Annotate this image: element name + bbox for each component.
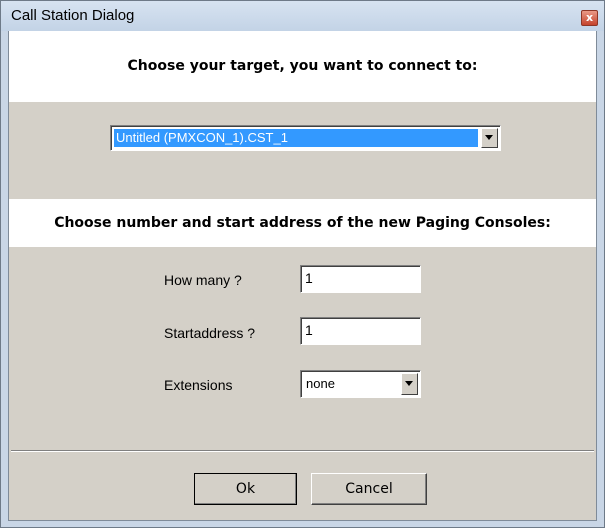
- divider: [11, 450, 594, 452]
- extensions-label: Extensions: [164, 377, 233, 393]
- chevron-down-icon: [485, 135, 493, 140]
- extensions-dropdown[interactable]: none: [300, 370, 421, 398]
- extensions-dropdown-button[interactable]: [401, 373, 418, 395]
- cancel-button[interactable]: Cancel: [311, 473, 427, 505]
- title-bar[interactable]: Call Station Dialog x: [1, 1, 604, 31]
- target-dropdown-button[interactable]: [481, 128, 498, 148]
- target-heading: Choose your target, you want to connect …: [9, 31, 596, 102]
- ok-button[interactable]: Ok: [194, 473, 297, 505]
- how-many-input[interactable]: 1: [300, 265, 421, 293]
- how-many-label: How many ?: [164, 272, 242, 288]
- startaddress-input[interactable]: 1: [300, 317, 421, 345]
- consoles-heading: Choose number and start address of the n…: [9, 199, 596, 247]
- extensions-dropdown-value: none: [306, 376, 335, 391]
- close-icon: x: [585, 11, 594, 24]
- close-button[interactable]: x: [581, 10, 598, 26]
- startaddress-label: Startaddress ?: [164, 325, 256, 341]
- dialog-body: Choose your target, you want to connect …: [8, 31, 597, 521]
- chevron-down-icon: [405, 381, 413, 386]
- target-dropdown[interactable]: Untitled (PMXCON_1).CST_1: [110, 125, 501, 151]
- target-dropdown-value: Untitled (PMXCON_1).CST_1: [114, 129, 478, 147]
- dialog-window: Call Station Dialog x Choose your target…: [0, 0, 605, 528]
- window-title: Call Station Dialog: [11, 7, 135, 24]
